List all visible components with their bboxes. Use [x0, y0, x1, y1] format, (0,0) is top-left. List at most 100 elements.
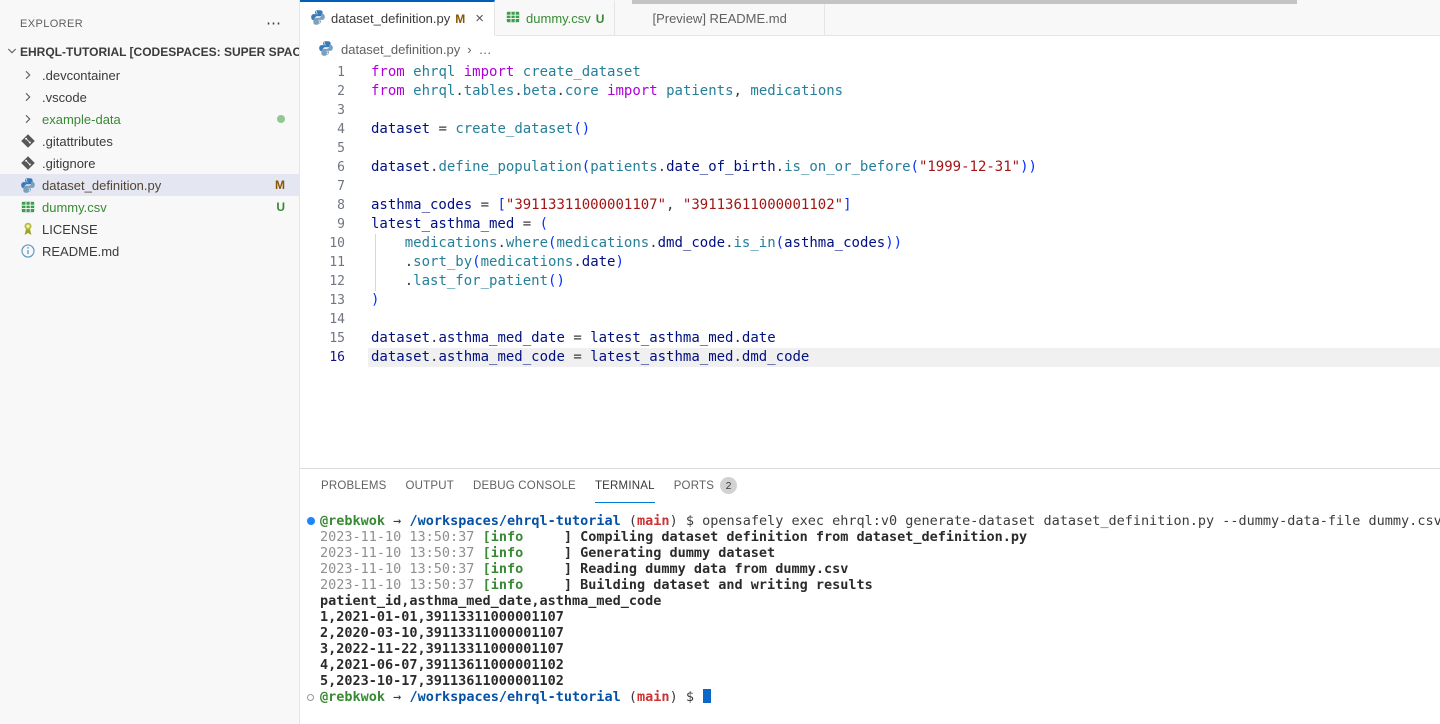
- file-label: LICENSE: [42, 222, 98, 237]
- terminal-line: 1,2021-01-01,39113311000001107: [320, 609, 1440, 625]
- code-line-text: from ehrql.tables.beta.core import patie…: [368, 82, 1440, 101]
- code-line-text: asthma_codes = ["39113311000001107", "39…: [368, 196, 1440, 215]
- explorer-header: EXPLORER ⋯: [0, 0, 299, 40]
- terminal-line: 2023-11-10 13:50:37 [info ] Compiling da…: [320, 529, 1440, 545]
- log-timestamp: 2023-11-10 13:50:37: [320, 577, 474, 593]
- terminal-line: 2023-11-10 13:50:37 [info ] Reading dumm…: [320, 561, 1440, 577]
- git-icon: [20, 155, 36, 171]
- chevron-down-icon: [4, 43, 20, 62]
- sidebar-item-dummy-csv[interactable]: dummy.csvU: [0, 196, 299, 218]
- bottom-panel: PROBLEMS OUTPUT DEBUG CONSOLE TERMINAL PORTS…: [300, 468, 1440, 724]
- ports-count-badge: 2: [720, 477, 737, 494]
- line-number: 5: [300, 139, 345, 158]
- file-label: dummy.csv: [42, 200, 107, 215]
- panel-tab-debug-console[interactable]: DEBUG CONSOLE: [473, 469, 576, 503]
- file-label: README.md: [42, 244, 119, 259]
- panel-tab-terminal[interactable]: TERMINAL: [595, 469, 655, 503]
- terminal-cwd: /workspaces/ehrql-tutorial: [409, 689, 620, 705]
- terminal-line: 5,2023-10-17,39113611000001102: [320, 673, 1440, 689]
- line-number: 16: [300, 348, 345, 367]
- log-timestamp: 2023-11-10 13:50:37: [320, 545, 474, 561]
- code-line-text: [368, 177, 1440, 196]
- sidebar-item-gitattributes[interactable]: .gitattributes: [0, 130, 299, 152]
- code-line: 7: [300, 177, 1440, 196]
- code-line: 6 dataset.define_population(patients.date…: [300, 158, 1440, 177]
- line-number: 2: [300, 82, 345, 101]
- code-line: 12 .last_for_patient(): [300, 272, 1440, 291]
- code-line: 13): [300, 291, 1440, 310]
- tab-preview-readme-md[interactable]: [Preview] README.md: [615, 0, 824, 36]
- file-tree: .devcontainer .vscode example-data .gitattr…: [0, 64, 299, 262]
- breadcrumb-file: dataset_definition.py: [341, 42, 460, 57]
- code-line: 8 asthma_codes = ["39113311000001107", "3…: [300, 196, 1440, 215]
- workspace-root-folder[interactable]: EHRQL-TUTORIAL [CODESPACES: SUPER SPACE …: [0, 40, 299, 64]
- command-decoration-icon[interactable]: [307, 694, 314, 701]
- code-line: 14: [300, 310, 1440, 329]
- sidebar-item-license[interactable]: LICENSE: [0, 218, 299, 240]
- csv-icon: [505, 9, 521, 28]
- terminal-output: 4,2021-06-07,39113611000001102: [320, 657, 564, 673]
- panel-tab-ports[interactable]: PORTS 2: [674, 469, 737, 503]
- code-line-text: dataset.define_population(patients.date_…: [368, 158, 1440, 177]
- log-message: Generating dummy dataset: [580, 545, 775, 561]
- chevron-right-icon: [20, 89, 36, 105]
- line-number: 8: [300, 196, 345, 215]
- terminal-output: 3,2022-11-22,39113311000001107: [320, 641, 564, 657]
- git-status-badge: M: [275, 178, 285, 192]
- file-label: example-data: [42, 112, 121, 127]
- line-number: 7: [300, 177, 345, 196]
- python-icon: [318, 40, 334, 59]
- log-timestamp: 2023-11-10 13:50:37: [320, 529, 474, 545]
- tab-dataset-definition-py[interactable]: dataset_definition.pyM×: [300, 0, 495, 36]
- code-editor[interactable]: 1 from ehrql import create_dataset 2 from e…: [300, 62, 1440, 367]
- code-line-text: dataset.asthma_med_code = latest_asthma_…: [368, 348, 1440, 367]
- terminal-line: 3,2022-11-22,39113311000001107: [320, 641, 1440, 657]
- line-number: 1: [300, 63, 345, 82]
- sidebar-item-devcontainer[interactable]: .devcontainer: [0, 64, 299, 86]
- breadcrumb[interactable]: dataset_definition.py › …: [300, 36, 1440, 62]
- tab-dummy-csv[interactable]: dummy.csvU: [495, 0, 615, 36]
- terminal-command: opensafely exec ehrql:v0 generate-datase…: [702, 513, 1440, 529]
- panel-tab-output[interactable]: OUTPUT: [406, 469, 454, 503]
- terminal[interactable]: @rebkwok → /workspaces/ehrql-tutorial (m…: [300, 503, 1440, 705]
- code-line-text: .sort_by(medications.date): [368, 253, 1440, 272]
- line-number: 14: [300, 310, 345, 329]
- explorer-sidebar: EXPLORER ⋯ EHRQL-TUTORIAL [CODESPACES: S…: [0, 0, 300, 724]
- line-number: 6: [300, 158, 345, 177]
- git-status-badge: M: [455, 12, 465, 26]
- panel-tab-problems[interactable]: PROBLEMS: [321, 469, 387, 503]
- file-label: .gitattributes: [42, 134, 113, 149]
- terminal-user: @rebkwok: [320, 689, 385, 705]
- breadcrumb-ellipsis: …: [479, 42, 492, 57]
- terminal-output: 2,2020-03-10,39113311000001107: [320, 625, 564, 641]
- sidebar-item-gitignore[interactable]: .gitignore: [0, 152, 299, 174]
- log-message: Building dataset and writing results: [580, 577, 873, 593]
- panel-tab-label: TERMINAL: [595, 480, 655, 492]
- python-icon: [20, 177, 36, 193]
- panel-tab-label: OUTPUT: [406, 480, 454, 492]
- sidebar-item-readme-md[interactable]: README.md: [0, 240, 299, 262]
- code-line-text: dataset.asthma_med_date = latest_asthma_…: [368, 329, 1440, 348]
- breadcrumb-separator: ›: [467, 42, 471, 57]
- command-decoration-icon[interactable]: [307, 517, 315, 525]
- terminal-line: 4,2021-06-07,39113611000001102: [320, 657, 1440, 673]
- tabs-scrollbar[interactable]: [632, 0, 1297, 4]
- code-line: 11 .sort_by(medications.date): [300, 253, 1440, 272]
- code-line-text: from ehrql import create_dataset: [368, 63, 1440, 82]
- file-label: .vscode: [42, 90, 87, 105]
- git-branch-name: main: [637, 513, 670, 529]
- code-line: 10 medications.where(medications.dmd_cod…: [300, 234, 1440, 253]
- explorer-more-icon[interactable]: ⋯: [266, 19, 281, 29]
- panel-tab-label: PORTS: [674, 480, 714, 492]
- terminal-line: @rebkwok → /workspaces/ehrql-tutorial (m…: [320, 513, 1440, 529]
- sidebar-item-dataset-definition-py[interactable]: dataset_definition.py M: [0, 174, 299, 196]
- panel-tab-label: PROBLEMS: [321, 480, 387, 492]
- log-level: [info: [483, 561, 524, 577]
- file-label: dataset_definition.py: [42, 178, 161, 193]
- code-line-text: [368, 310, 1440, 329]
- close-icon[interactable]: ×: [475, 13, 484, 25]
- terminal-cwd: /workspaces/ehrql-tutorial: [409, 513, 620, 529]
- sidebar-item-vscode[interactable]: .vscode: [0, 86, 299, 108]
- terminal-line: 2023-11-10 13:50:37 [info ] Generating d…: [320, 545, 1440, 561]
- sidebar-item-example-data[interactable]: example-data: [0, 108, 299, 130]
